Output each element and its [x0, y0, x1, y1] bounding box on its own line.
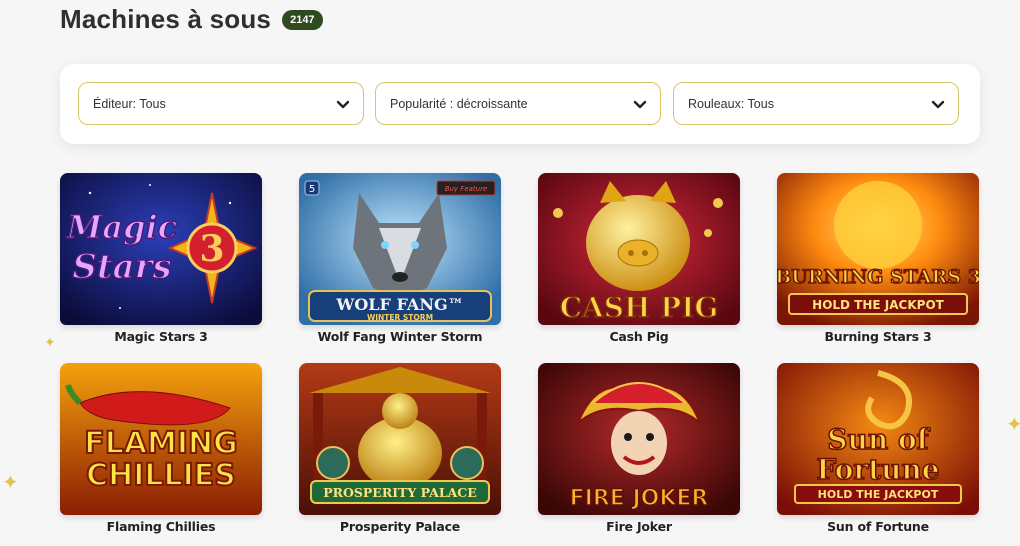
magic-stars-3-artwork: 3 Magic Stars — [60, 173, 262, 325]
svg-text:BURNING STARS 3: BURNING STARS 3 — [777, 266, 979, 288]
sparkle-icon: ✦ — [1006, 414, 1020, 436]
svg-text:3: 3 — [199, 228, 224, 270]
svg-text:Sun of: Sun of — [827, 423, 930, 456]
game-thumbnail[interactable]: Sun of Fortune HOLD THE JACKPOT — [777, 363, 979, 515]
prosperity-palace-artwork: PROSPERITY PALACE — [299, 363, 501, 515]
game-thumbnail[interactable]: PROSPERITY PALACE — [299, 363, 501, 515]
game-thumbnail[interactable]: FLAMING CHILLIES — [60, 363, 262, 515]
svg-text:WINTER STORM: WINTER STORM — [367, 313, 433, 322]
svg-text:Fortune: Fortune — [816, 453, 939, 486]
wolf-fang-artwork: Buy Feature 5 WOLF FANG™ WINTER STORM — [299, 173, 501, 325]
fire-joker-artwork: FIRE JOKER — [538, 363, 740, 515]
game-tile-wolf-fang[interactable]: Buy Feature 5 WOLF FANG™ WINTER STORM Wo… — [299, 173, 501, 344]
game-title[interactable]: Magic Stars 3 — [60, 329, 262, 344]
svg-text:Magic: Magic — [66, 208, 177, 246]
game-tile-flaming-chillies[interactable]: FLAMING CHILLIES Flaming Chillies — [60, 363, 262, 534]
sun-of-fortune-artwork: Sun of Fortune HOLD THE JACKPOT — [777, 363, 979, 515]
game-title[interactable]: Burning Stars 3 — [777, 329, 979, 344]
svg-text:Stars: Stars — [72, 247, 171, 287]
game-tile-fire-joker[interactable]: FIRE JOKER Fire Joker — [538, 363, 740, 534]
svg-text:WOLF FANG™: WOLF FANG™ — [335, 295, 463, 314]
game-title[interactable]: Fire Joker — [538, 519, 740, 534]
game-count-badge: 2147 — [282, 9, 323, 30]
game-title[interactable]: Cash Pig — [538, 329, 740, 344]
game-tile-burning-stars-3[interactable]: BURNING STARS 3 HOLD THE JACKPOT Burning… — [777, 173, 979, 344]
game-title[interactable]: Sun of Fortune — [777, 519, 979, 534]
chevron-down-icon — [336, 100, 350, 108]
svg-text:FIRE JOKER: FIRE JOKER — [570, 486, 709, 511]
game-tile-sun-of-fortune[interactable]: Sun of Fortune HOLD THE JACKPOT Sun of F… — [777, 363, 979, 534]
game-title[interactable]: Prosperity Palace — [299, 519, 501, 534]
chevron-down-icon — [931, 100, 945, 108]
game-thumbnail[interactable]: FIRE JOKER — [538, 363, 740, 515]
game-tile-magic-stars-3[interactable]: 3 Magic Stars Magic Stars 3 — [60, 173, 262, 344]
game-title[interactable]: Wolf Fang Winter Storm — [299, 329, 501, 344]
reels-filter-select[interactable]: Rouleaux: Tous — [673, 82, 959, 125]
svg-text:PROSPERITY PALACE: PROSPERITY PALACE — [323, 485, 477, 500]
svg-text:HOLD THE JACKPOT: HOLD THE JACKPOT — [818, 488, 939, 501]
chevron-down-icon — [633, 100, 647, 108]
game-tile-prosperity-palace[interactable]: PROSPERITY PALACE Prosperity Palace — [299, 363, 501, 534]
svg-text:Buy Feature: Buy Feature — [445, 185, 488, 193]
game-title[interactable]: Flaming Chillies — [60, 519, 262, 534]
game-thumbnail[interactable]: Buy Feature 5 WOLF FANG™ WINTER STORM — [299, 173, 501, 325]
sparkle-icon: ✦ — [2, 472, 19, 494]
popularity-sort-select[interactable]: Popularité : décroissante — [375, 82, 661, 125]
game-thumbnail[interactable]: BURNING STARS 3 HOLD THE JACKPOT — [777, 173, 979, 325]
editor-filter-label: Éditeur: Tous — [93, 96, 166, 111]
game-thumbnail[interactable]: 3 Magic Stars — [60, 173, 262, 325]
popularity-sort-label: Popularité : décroissante — [390, 96, 528, 111]
filter-bar: Éditeur: Tous Popularité : décroissante … — [60, 64, 980, 144]
cash-pig-artwork: CASH PIG — [538, 173, 740, 325]
editor-filter-select[interactable]: Éditeur: Tous — [78, 82, 364, 125]
game-tile-cash-pig[interactable]: CASH PIG Cash Pig — [538, 173, 740, 344]
svg-text:CASH PIG: CASH PIG — [560, 291, 719, 324]
sparkle-icon: ✦ — [44, 334, 56, 350]
page-title: Machines à sous — [60, 4, 272, 34]
flaming-chillies-artwork: FLAMING CHILLIES — [60, 363, 262, 515]
burning-stars-3-artwork: BURNING STARS 3 HOLD THE JACKPOT — [777, 173, 979, 325]
page-header: Machines à sous 2147 — [60, 4, 323, 35]
svg-text:HOLD THE JACKPOT: HOLD THE JACKPOT — [812, 298, 944, 312]
svg-text:CHILLIES: CHILLIES — [86, 458, 236, 493]
reels-filter-label: Rouleaux: Tous — [688, 96, 774, 111]
game-thumbnail[interactable]: CASH PIG — [538, 173, 740, 325]
svg-text:FLAMING: FLAMING — [84, 426, 238, 461]
page: ✦ ✦ ✦ Machines à sous 2147 Éditeur: Tous… — [0, 0, 1020, 546]
svg-text:5: 5 — [309, 184, 315, 195]
